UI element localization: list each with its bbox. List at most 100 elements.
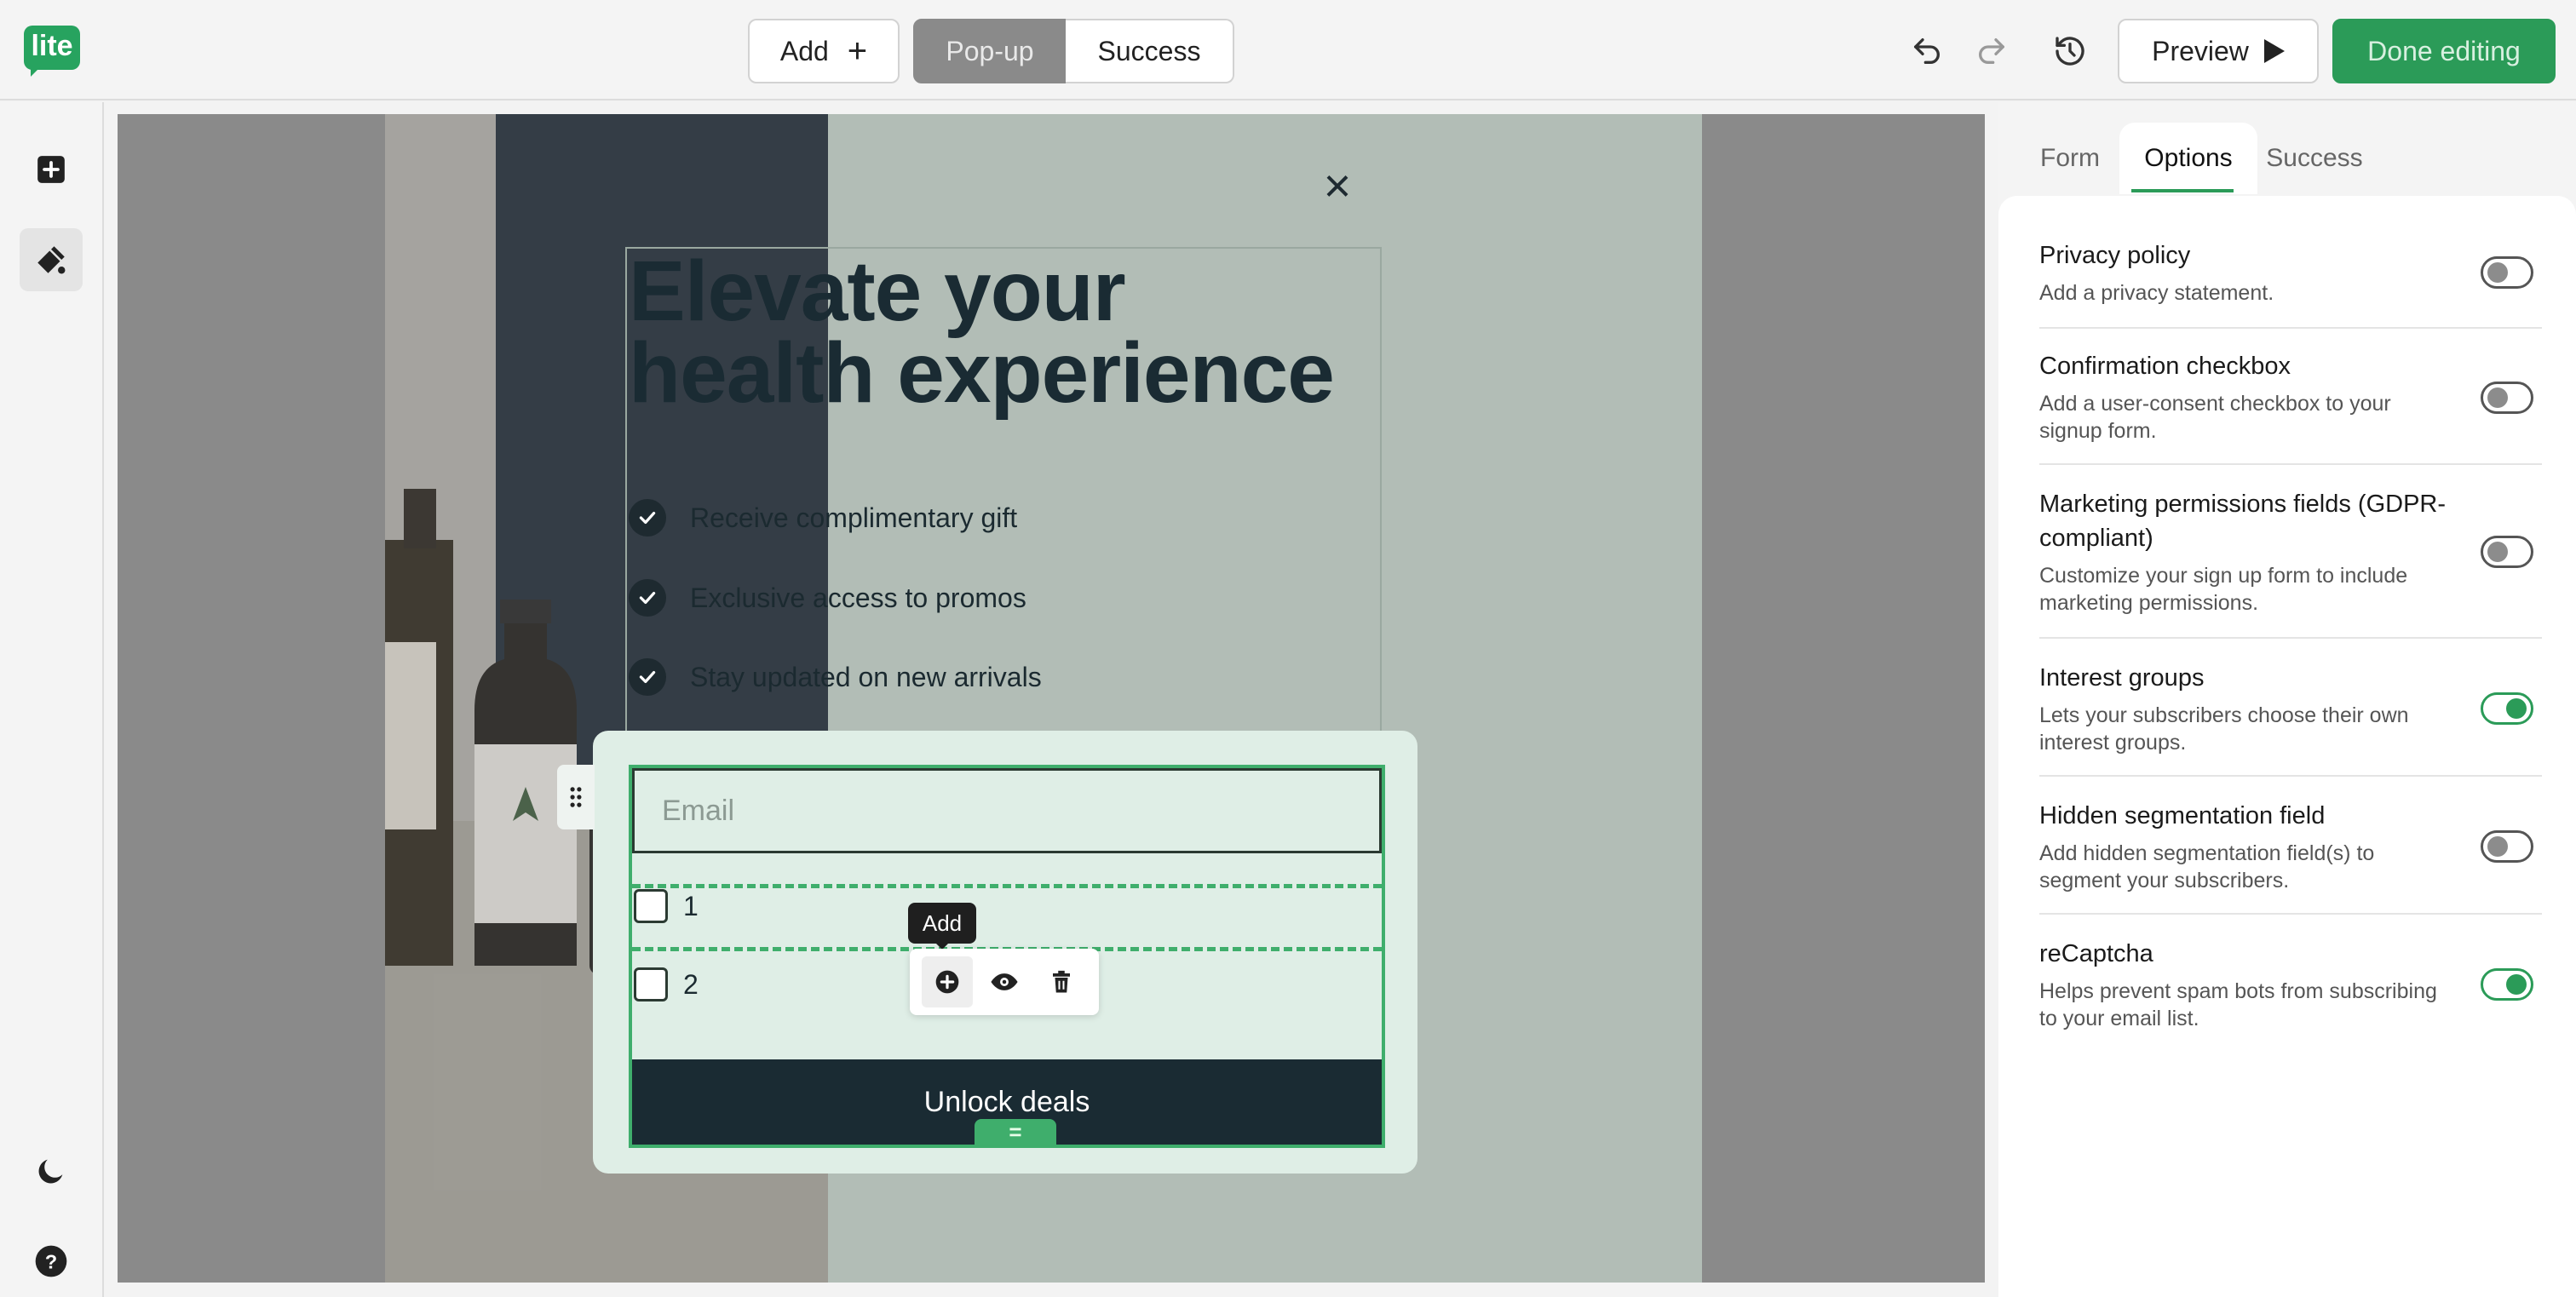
- email-placeholder: Email: [662, 794, 735, 827]
- done-editing-label: Done editing: [2367, 35, 2521, 66]
- toggle-knob: [2506, 698, 2527, 719]
- benefit-item: Stay updated on new arrivals: [629, 657, 1042, 697]
- option-privacy-policy: Privacy policy Add a privacy statement.: [2039, 238, 2542, 329]
- segment-success-label: Success: [1097, 35, 1201, 66]
- tab-success[interactable]: Success: [2259, 123, 2370, 194]
- benefit-item: Exclusive access to promos: [629, 577, 1026, 618]
- plus-icon: +: [847, 32, 868, 70]
- close-glyph: ×: [1323, 158, 1352, 212]
- preview-button[interactable]: Preview: [2118, 19, 2319, 83]
- tab-form[interactable]: Form: [2033, 123, 2107, 194]
- svg-text:?: ?: [45, 1250, 57, 1272]
- redo-icon[interactable]: [1971, 31, 2012, 72]
- dark-mode-button[interactable]: [20, 1139, 83, 1202]
- interest-groups-toggle[interactable]: [2481, 692, 2533, 725]
- tab-options[interactable]: Options: [2119, 123, 2257, 194]
- interest-group-label: 1: [683, 890, 699, 921]
- option-title: Interest groups: [2039, 664, 2205, 692]
- done-editing-button[interactable]: Done editing: [2332, 19, 2556, 83]
- interest-group-option[interactable]: 2: [634, 964, 699, 1005]
- toggle-knob: [2506, 974, 2527, 995]
- add-button-label: Add: [779, 35, 829, 66]
- help-icon: ?: [35, 1245, 67, 1277]
- design-brush-icon: [37, 246, 66, 274]
- benefit-text: Receive complimentary gift: [690, 502, 1018, 533]
- option-marketing-permissions: Marketing permissions fields (GDPR-compl…: [2039, 487, 2542, 639]
- segment-popup-label: Pop-up: [946, 35, 1034, 66]
- tab-form-label: Form: [2040, 144, 2100, 172]
- drag-handle-icon[interactable]: [557, 765, 595, 829]
- add-tooltip: Add: [908, 903, 976, 944]
- tab-success-label: Success: [2266, 144, 2363, 172]
- logo-tail-decoration: [31, 66, 41, 77]
- block-action-bar: [910, 949, 1099, 1015]
- privacy-policy-toggle[interactable]: [2481, 256, 2533, 289]
- heading-line-2: health experience: [629, 325, 1335, 421]
- active-tab-indicator: [2131, 189, 2234, 192]
- check-circle-icon: [629, 499, 666, 537]
- option-recaptcha: reCaptcha Helps prevent spam bots from s…: [2039, 937, 2542, 1053]
- benefit-text: Exclusive access to promos: [690, 582, 1026, 613]
- option-description: Add a privacy statement.: [2039, 281, 2274, 305]
- app-logo[interactable]: lite: [24, 26, 80, 70]
- add-block-button[interactable]: [20, 138, 83, 201]
- eye-icon[interactable]: [979, 956, 1030, 1007]
- option-title: Hidden segmentation field: [2039, 802, 2326, 829]
- option-description: Add a user-consent checkbox to your sign…: [2039, 392, 2391, 443]
- toggle-knob: [2487, 542, 2508, 562]
- hidden-segmentation-toggle[interactable]: [2481, 830, 2533, 863]
- top-toolbar: lite Add + Pop-up Success Preview Done e…: [0, 0, 2576, 100]
- logo-text: lite: [31, 29, 73, 62]
- undo-icon[interactable]: [1906, 31, 1947, 72]
- dark-mode-moon-icon: [38, 1159, 63, 1184]
- option-description: Add hidden segmentation field(s) to segm…: [2039, 841, 2375, 892]
- tab-options-label: Options: [2144, 144, 2233, 172]
- add-button[interactable]: Add +: [748, 19, 900, 83]
- option-confirmation-checkbox: Confirmation checkbox Add a user-consent…: [2039, 349, 2542, 465]
- resize-glyph: =: [1009, 1118, 1022, 1145]
- trash-icon[interactable]: [1036, 956, 1087, 1007]
- interest-group-label: 2: [683, 968, 699, 1000]
- checkbox[interactable]: [634, 967, 668, 1001]
- left-rail: ?: [0, 102, 104, 1297]
- option-description: Customize your sign up form to include m…: [2039, 564, 2408, 615]
- play-icon: [2263, 39, 2285, 63]
- benefit-item: Receive complimentary gift: [629, 497, 1017, 538]
- interest-group-option[interactable]: 1: [634, 886, 699, 927]
- option-title: Marketing permissions fields (GDPR-compl…: [2039, 491, 2447, 552]
- confirmation-checkbox-toggle[interactable]: [2481, 382, 2533, 414]
- check-circle-icon: [629, 658, 666, 696]
- history-icon[interactable]: [2050, 31, 2090, 72]
- heading-line-1: Elevate your: [629, 244, 1126, 339]
- editor-canvas: × Elevate your health experience Receive…: [118, 114, 1985, 1283]
- option-title: Privacy policy: [2039, 242, 2191, 269]
- benefit-text: Stay updated on new arrivals: [690, 661, 1042, 692]
- popup-heading[interactable]: Elevate your health experience: [629, 244, 1412, 421]
- option-hidden-segmentation: Hidden segmentation field Add hidden seg…: [2039, 799, 2542, 915]
- segment-success[interactable]: Success: [1066, 19, 1234, 83]
- resize-grip-icon[interactable]: =: [975, 1119, 1056, 1145]
- tooltip-text: Add: [922, 910, 963, 936]
- close-popup-icon[interactable]: ×: [1312, 160, 1363, 211]
- option-title: reCaptcha: [2039, 940, 2153, 967]
- option-description: Helps prevent spam bots from subscribing…: [2039, 979, 2437, 1030]
- checkbox[interactable]: [634, 889, 668, 923]
- help-button[interactable]: ?: [20, 1230, 83, 1293]
- marketing-permissions-toggle[interactable]: [2481, 536, 2533, 568]
- toggle-knob: [2487, 262, 2508, 283]
- design-button[interactable]: [20, 228, 83, 291]
- add-block-icon: [37, 156, 65, 183]
- option-description: Lets your subscribers choose their own i…: [2039, 703, 2409, 755]
- segment-popup[interactable]: Pop-up: [913, 19, 1067, 83]
- option-title: Confirmation checkbox: [2039, 353, 2291, 380]
- toggle-knob: [2487, 387, 2508, 408]
- email-input[interactable]: Email: [632, 768, 1382, 853]
- option-interest-groups: Interest groups Lets your subscribers ch…: [2039, 661, 2542, 777]
- preview-button-label: Preview: [2152, 35, 2249, 66]
- add-circle-icon[interactable]: [921, 956, 973, 1007]
- toggle-knob: [2487, 836, 2508, 857]
- check-circle-icon: [629, 579, 666, 617]
- recaptcha-toggle[interactable]: [2481, 968, 2533, 1001]
- submit-button-label: Unlock deals: [923, 1085, 1090, 1118]
- interest-group-divider: [632, 884, 1382, 888]
